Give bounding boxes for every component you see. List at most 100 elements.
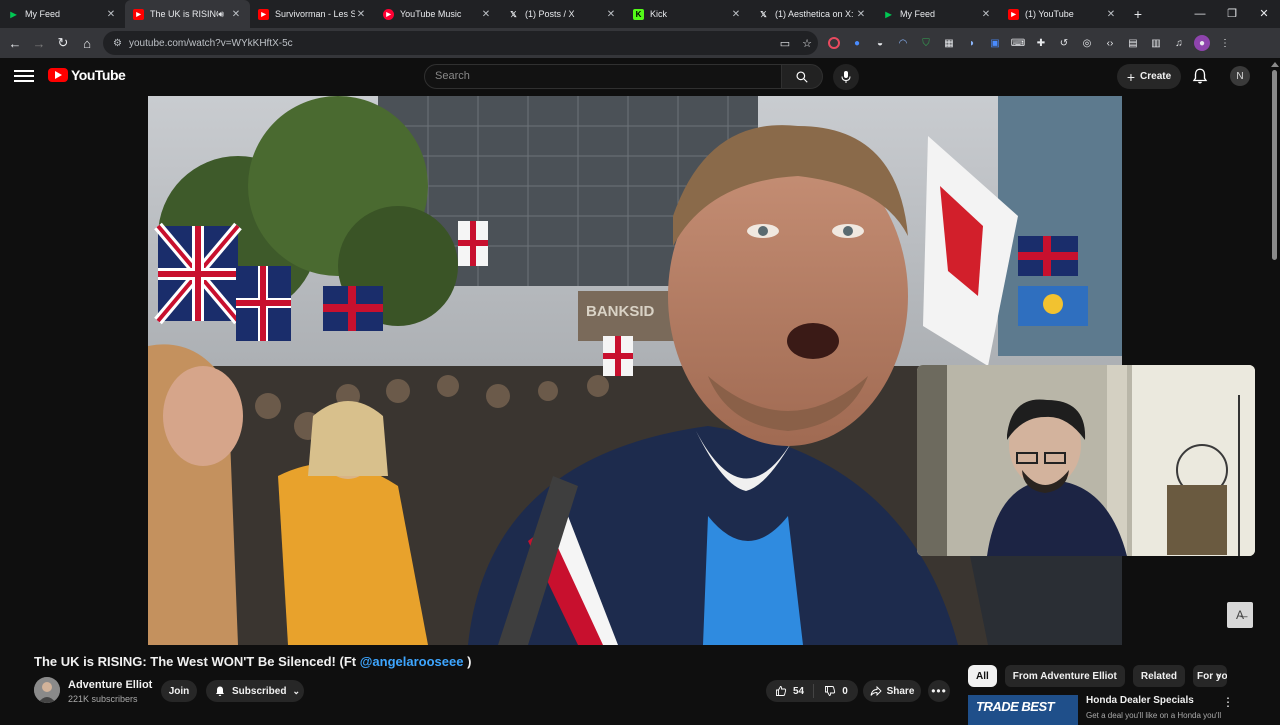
tab-youtube[interactable]: ▶ (1) YouTube ✕ bbox=[1000, 0, 1125, 28]
extension-rainbow-icon[interactable] bbox=[828, 37, 840, 49]
restore-icon[interactable]: ❐ bbox=[1216, 0, 1248, 28]
extension-puzzle-icon[interactable]: ✚ bbox=[1033, 35, 1049, 51]
tab-title: My Feed bbox=[900, 9, 936, 19]
tab-my-feed-2[interactable]: ▶ My Feed ✕ bbox=[875, 0, 1000, 28]
ad-thumbnail[interactable]: TRADE BEST bbox=[968, 695, 1078, 725]
channel-name-link[interactable]: Adventure Elliot bbox=[68, 679, 152, 691]
history-icon[interactable]: ↺ bbox=[1056, 35, 1072, 51]
cast-icon[interactable]: ▭ bbox=[774, 37, 796, 50]
x-favicon-icon: 𝕏 bbox=[510, 9, 517, 19]
address-bar[interactable]: ⚙ youtube.com/watch?v=WYkKHftX-5c ▭ ☆ bbox=[103, 31, 818, 55]
microphone-icon bbox=[841, 71, 851, 83]
youtube-logo[interactable]: YouTube bbox=[48, 67, 126, 83]
close-icon[interactable]: ✕ bbox=[105, 9, 117, 20]
close-icon[interactable]: ✕ bbox=[730, 9, 742, 20]
extension-translate-icon[interactable]: ⌨ bbox=[1010, 35, 1026, 51]
video-title: The UK is RISING: The West WON'T Be Sile… bbox=[34, 654, 471, 669]
close-icon[interactable]: ✕ bbox=[480, 9, 492, 20]
kick-favicon-icon: K bbox=[633, 8, 644, 20]
back-icon[interactable]: ← bbox=[3, 36, 27, 51]
subscribed-button[interactable]: Subscribed ⌄ bbox=[206, 680, 304, 702]
channel-avatar-image bbox=[34, 677, 60, 703]
account-avatar[interactable]: N bbox=[1230, 66, 1250, 86]
home-icon[interactable]: ⌂ bbox=[75, 36, 99, 51]
side-panel-icon[interactable]: ▥ bbox=[1148, 35, 1164, 51]
minimize-icon[interactable]: — bbox=[1184, 0, 1216, 28]
hamburger-menu-icon[interactable] bbox=[14, 68, 34, 84]
search-button[interactable] bbox=[781, 64, 823, 89]
title-main: The UK is RISING: The West WON'T Be Sile… bbox=[34, 654, 360, 669]
subscribed-label: Subscribed bbox=[232, 685, 287, 697]
close-icon[interactable]: ✕ bbox=[855, 9, 867, 20]
chevron-down-icon: ⌄ bbox=[292, 685, 301, 696]
create-button[interactable]: + Create bbox=[1117, 64, 1181, 89]
more-actions-button[interactable]: ••• bbox=[928, 680, 950, 702]
share-label: Share bbox=[886, 685, 915, 697]
voice-search-button[interactable] bbox=[833, 64, 859, 90]
title-mention-link[interactable]: @angelarooseee bbox=[360, 654, 464, 669]
close-window-icon[interactable]: ✕ bbox=[1248, 0, 1280, 28]
search-input[interactable]: Search bbox=[424, 64, 782, 89]
devtools-icon[interactable]: ‹› bbox=[1102, 35, 1118, 51]
tab-aesthetica-x[interactable]: 𝕏 (1) Aesthetica on X: " ✕ bbox=[750, 0, 875, 28]
chip-related[interactable]: Related bbox=[1132, 665, 1185, 687]
extension-grid-icon[interactable]: ▦ bbox=[941, 35, 957, 51]
site-info-icon[interactable]: ⚙ bbox=[113, 38, 125, 49]
scroll-up-icon[interactable] bbox=[1271, 62, 1279, 67]
tab-my-feed-1[interactable]: ▶ My Feed ✕ bbox=[0, 0, 125, 28]
extension-camera-icon[interactable]: ◎ bbox=[1079, 35, 1095, 51]
tab-youtube-music[interactable]: ▶ YouTube Music ✕ bbox=[375, 0, 500, 28]
youtube-favicon-icon: ▶ bbox=[258, 8, 269, 20]
close-icon[interactable]: ✕ bbox=[605, 9, 617, 20]
accessibility-icon[interactable]: A̶ bbox=[1227, 602, 1253, 628]
like-button[interactable]: 54 bbox=[766, 684, 814, 698]
bookmark-star-icon[interactable]: ☆ bbox=[796, 37, 818, 50]
ad-thumbnail-text: TRADE BEST bbox=[976, 699, 1055, 714]
dislike-button[interactable]: 0 bbox=[814, 685, 858, 697]
extension-shield-icon[interactable]: ⛉ bbox=[918, 35, 934, 51]
chip-all[interactable]: All bbox=[968, 665, 997, 687]
profile-avatar-icon[interactable]: ● bbox=[1194, 35, 1210, 51]
speaker-icon[interactable]: 🔊︎ bbox=[218, 9, 224, 20]
plus-icon: + bbox=[1126, 68, 1136, 85]
browser-tab-bar: ▶ My Feed ✕ ▶ The UK is RISING: 🔊︎ ✕ ▶ S… bbox=[0, 0, 1280, 28]
join-button[interactable]: Join bbox=[161, 680, 197, 702]
page-scrollbar[interactable] bbox=[1270, 62, 1279, 720]
x-favicon-icon: 𝕏 bbox=[760, 9, 767, 19]
reload-icon[interactable]: ↻ bbox=[51, 35, 75, 51]
close-icon[interactable]: ✕ bbox=[980, 9, 992, 20]
chevron-right-icon[interactable]: › bbox=[1211, 669, 1227, 685]
tab-survivorman[interactable]: ▶ Survivorman - Les Stro ✕ bbox=[250, 0, 375, 28]
close-icon[interactable]: ✕ bbox=[1105, 9, 1117, 20]
extension-wave-icon[interactable]: ◗ bbox=[964, 35, 980, 51]
extension-blue-icon[interactable]: ▣ bbox=[987, 35, 1003, 51]
tab-title: Survivorman - Les Stro bbox=[275, 9, 355, 19]
chip-from-channel[interactable]: From Adventure Elliot bbox=[1004, 665, 1125, 687]
channel-subscriber-count: 221K subscribers bbox=[68, 694, 138, 704]
tab-uk-rising[interactable]: ▶ The UK is RISING: 🔊︎ ✕ bbox=[125, 0, 250, 28]
channel-avatar[interactable] bbox=[34, 677, 60, 703]
scroll-thumb[interactable] bbox=[1272, 70, 1277, 260]
forward-icon[interactable]: → bbox=[27, 36, 51, 51]
new-tab-button[interactable]: + bbox=[1125, 6, 1151, 22]
more-vertical-icon[interactable]: ⋮ bbox=[1222, 695, 1234, 709]
extension-arc-icon[interactable]: ◠ bbox=[895, 35, 911, 51]
share-button[interactable]: Share bbox=[863, 680, 921, 702]
feed-favicon-icon: ▶ bbox=[885, 9, 892, 19]
ad-title[interactable]: Honda Dealer Specials bbox=[1086, 695, 1194, 706]
tab-title: (1) Aesthetica on X: " bbox=[775, 9, 855, 19]
extension-blue-dot-icon[interactable]: ● bbox=[849, 35, 865, 51]
tab-x-posts[interactable]: 𝕏 (1) Posts / X ✕ bbox=[500, 0, 625, 28]
media-controls-icon[interactable]: ♫ bbox=[1171, 35, 1187, 51]
tab-title: YouTube Music bbox=[400, 9, 462, 19]
search-icon bbox=[796, 70, 808, 83]
close-icon[interactable]: ✕ bbox=[230, 9, 242, 20]
reading-list-icon[interactable]: ▤ bbox=[1125, 35, 1141, 51]
like-dislike-group: 54 0 bbox=[766, 680, 858, 702]
extension-mask-icon[interactable]: ◒ bbox=[872, 35, 888, 51]
tab-kick[interactable]: K Kick ✕ bbox=[625, 0, 750, 28]
notifications-bell-icon[interactable] bbox=[1191, 67, 1209, 85]
browser-menu-icon[interactable]: ⋮ bbox=[1217, 35, 1233, 51]
thumbs-down-icon bbox=[825, 686, 836, 696]
close-icon[interactable]: ✕ bbox=[355, 9, 367, 20]
